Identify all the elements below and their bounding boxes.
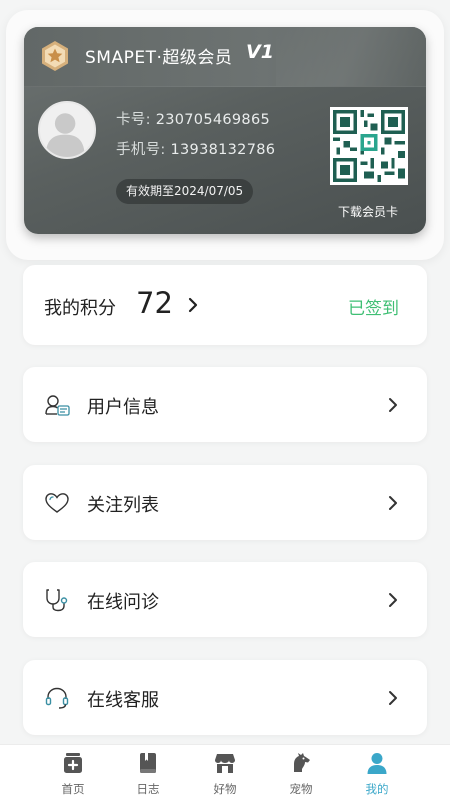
tab-label: 首页: [61, 782, 85, 796]
chevron-right-icon: [389, 593, 397, 607]
qr-code-icon: [333, 110, 405, 182]
bottom-tab-bar: 首页 日志 好物 宠物 我的: [0, 744, 450, 800]
menu-label: 在线问诊: [87, 592, 159, 613]
profile-icon: [367, 753, 387, 774]
menu-label: 在线客服: [87, 690, 159, 711]
menu-item-customer-service[interactable]: 在线客服: [23, 660, 427, 735]
headset-icon: [45, 687, 69, 709]
stethoscope-icon: [46, 589, 68, 612]
points-value: 72: [136, 286, 173, 320]
tab-label: 我的: [365, 782, 389, 796]
avatar[interactable]: [38, 101, 96, 159]
tab-home[interactable]: 首页: [43, 751, 103, 797]
heart-icon: [45, 493, 69, 513]
card-number-row: 卡号: 230705469865: [116, 108, 270, 129]
phone-row: 手机号: 13938132786: [116, 138, 275, 159]
phone-label: 手机号:: [116, 142, 171, 158]
menu-item-follow-list[interactable]: 关注列表: [23, 465, 427, 540]
tab-goods[interactable]: 好物: [195, 751, 255, 797]
points-label: 我的积分: [44, 298, 116, 319]
tab-pets[interactable]: 宠物: [271, 751, 331, 797]
points-card[interactable]: 我的积分 72 已签到: [23, 265, 427, 345]
store-icon: [215, 754, 235, 773]
tab-label: 日志: [136, 782, 160, 796]
chevron-right-icon: [389, 691, 397, 705]
check-in-status[interactable]: 已签到: [348, 294, 399, 319]
phone-number: 13938132786: [170, 142, 276, 158]
menu-item-online-consult[interactable]: 在线问诊: [23, 562, 427, 637]
member-card[interactable]: SMAPET·超级会员 V1 卡号: 230705469865 手机号: 139…: [24, 27, 426, 234]
tab-label: 宠物: [289, 782, 313, 796]
member-card-title: SMAPET·超级会员: [85, 48, 233, 68]
card-number-label: 卡号:: [116, 112, 156, 128]
download-card-button[interactable]: 下载会员卡: [338, 203, 398, 220]
chevron-right-icon: [188, 297, 198, 313]
member-qr-code[interactable]: [330, 107, 408, 185]
card-number: 230705469865: [155, 112, 271, 128]
menu-label: 关注列表: [87, 495, 159, 516]
tab-diary[interactable]: 日志: [118, 751, 178, 797]
tab-label: 好物: [213, 782, 237, 796]
tab-mine[interactable]: 我的: [347, 751, 407, 797]
validity-badge: 有效期至2024/07/05: [116, 179, 254, 204]
star-medal-icon: [42, 41, 68, 71]
menu-label: 用户信息: [87, 397, 159, 418]
default-avatar-icon: [45, 113, 85, 157]
home-box-icon: [64, 753, 82, 773]
user-card-icon: [45, 395, 70, 416]
chevron-right-icon: [389, 398, 397, 412]
diary-icon: [140, 753, 156, 773]
menu-item-user-info[interactable]: 用户信息: [23, 367, 427, 442]
chevron-right-icon: [389, 496, 397, 510]
member-level: V1: [246, 41, 274, 63]
dog-icon: [294, 753, 310, 772]
